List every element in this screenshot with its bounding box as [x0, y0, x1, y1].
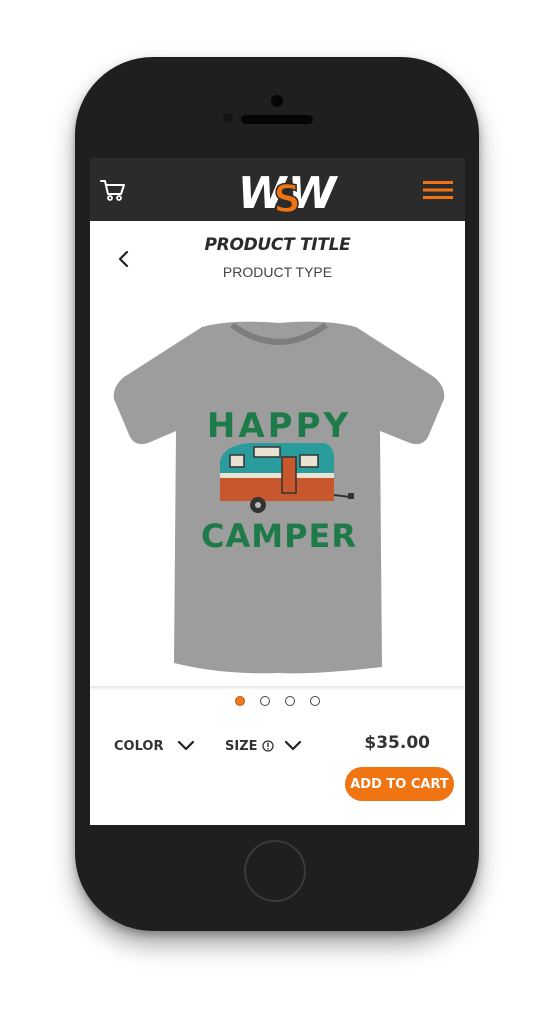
top-navbar: W W S [90, 158, 465, 221]
product-image-carousel[interactable]: HAPPY CAMPER [90, 309, 465, 686]
brand-logo[interactable]: W W S [214, 168, 338, 216]
tshirt-text-top: HAPPY [207, 406, 351, 446]
hamburger-menu-icon[interactable] [423, 180, 453, 200]
color-label: COLOR [114, 738, 164, 754]
carousel-pagination [90, 696, 465, 710]
tshirt-text-bottom: CAMPER [201, 517, 357, 555]
add-to-cart-button[interactable]: ADD TO CART [345, 767, 454, 801]
earpiece-speaker [241, 115, 313, 124]
carousel-dot-4[interactable] [310, 696, 321, 706]
product-type: PRODUCT TYPE [222, 264, 333, 280]
cart-icon[interactable] [100, 178, 126, 202]
color-dropdown[interactable]: COLOR [114, 736, 195, 756]
size-label: SIZE [225, 738, 258, 754]
carousel-dot-1[interactable] [234, 696, 245, 706]
product-title: PRODUCT TITLE [204, 235, 351, 255]
carousel-dot-2[interactable] [259, 696, 270, 706]
app-screen: W W S PRODUCT TITLE PRODUCT TYPE HAPPY C… [90, 158, 465, 825]
product-header: PRODUCT TITLE PRODUCT TYPE [90, 221, 465, 309]
chevron-down-icon [178, 740, 195, 751]
chevron-down-icon [284, 740, 301, 751]
product-price: $35.00 [364, 733, 430, 753]
size-dropdown[interactable]: SIZE [225, 736, 302, 756]
carousel-dot-3[interactable] [285, 696, 296, 706]
info-icon[interactable] [261, 740, 274, 752]
home-button[interactable] [244, 840, 306, 902]
front-camera [271, 95, 283, 107]
svg-text:S: S [273, 177, 300, 216]
proximity-sensor [223, 113, 233, 123]
tshirt-image: HAPPY CAMPER [113, 321, 445, 674]
